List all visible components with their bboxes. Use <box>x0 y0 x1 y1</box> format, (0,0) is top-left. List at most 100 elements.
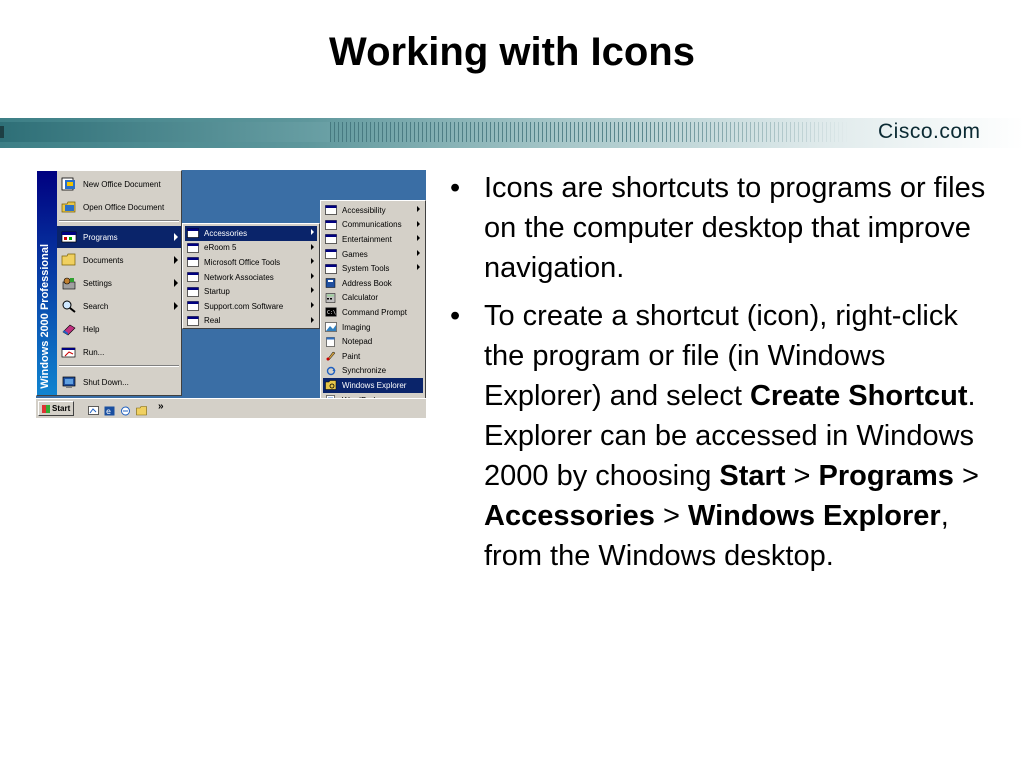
menu-item-label: Documents <box>83 255 124 265</box>
program-group-icon <box>187 272 199 282</box>
path-separator: > <box>654 500 688 532</box>
menu-item-run[interactable]: Run... <box>57 341 181 363</box>
menu-item-label: Help <box>83 324 100 334</box>
quick-launch-desktop-icon[interactable] <box>88 403 99 415</box>
programs-item-network-associates[interactable]: Network Associates <box>185 270 317 285</box>
accessories-item-imaging[interactable]: Imaging <box>323 320 423 335</box>
taskbar: Start e » <box>36 398 426 418</box>
programs-item-startup[interactable]: Startup <box>185 284 317 299</box>
submenu-item-label: eRoom 5 <box>204 243 237 253</box>
accessories-item-accessibility[interactable]: Accessibility <box>323 203 423 218</box>
settings-icon <box>61 276 77 290</box>
programs-submenu: Accessories eRoom 5 Microsoft Office Too… <box>182 223 320 329</box>
accessories-item-synchronize[interactable]: Synchronize <box>323 364 423 379</box>
accessories-item-paint[interactable]: Paint <box>323 349 423 364</box>
submenu-arrow-icon <box>311 272 314 279</box>
submenu-item-label: Entertainment <box>342 234 392 244</box>
menu-item-programs[interactable]: Programs <box>57 226 181 248</box>
submenu-arrow-icon <box>311 229 314 235</box>
cisco-banner: Cisco.com <box>0 118 1024 148</box>
programs-item-real[interactable]: Real <box>185 314 317 329</box>
programs-item-microsoft-office-tools[interactable]: Microsoft Office Tools <box>185 255 317 270</box>
documents-icon <box>61 253 77 267</box>
bullet-dot: • <box>450 172 461 204</box>
accessories-submenu: Accessibility Communications Entertainme… <box>320 200 426 412</box>
quick-launch-ie-icon[interactable]: e <box>104 403 115 416</box>
programs-icon <box>61 230 77 244</box>
accessories-item-entertainment[interactable]: Entertainment <box>323 232 423 247</box>
program-group-icon <box>325 263 337 274</box>
submenu-arrow-icon <box>417 235 420 242</box>
program-group-icon <box>325 205 337 216</box>
accessories-item-windows-explorer[interactable]: Windows Explorer <box>323 378 423 393</box>
submenu-item-label: Notepad <box>342 337 373 347</box>
submenu-arrow-icon <box>311 287 314 294</box>
accessories-item-system-tools[interactable]: System Tools <box>323 261 423 276</box>
accessories-item-calculator[interactable]: Calculator <box>323 291 423 306</box>
submenu-arrow-icon <box>174 233 178 241</box>
submenu-arrow-icon <box>174 279 178 287</box>
windows-explorer-icon <box>325 380 337 391</box>
quick-launch-chevron[interactable]: » <box>158 401 164 412</box>
submenu-item-label: Windows Explorer <box>342 380 407 390</box>
windows-logo-icon <box>42 404 50 413</box>
accessories-item-address-book[interactable]: Address Book <box>323 276 423 291</box>
path-separator: > <box>953 460 979 492</box>
menu-item-help[interactable]: Help <box>57 318 181 340</box>
submenu-arrow-icon <box>174 256 178 264</box>
quick-launch-outlook-icon[interactable] <box>120 403 131 416</box>
accessories-item-notepad[interactable]: Notepad <box>323 334 423 349</box>
bullet-text: Icons are shortcuts to programs or files… <box>484 172 986 284</box>
submenu-item-label: Support.com Software <box>204 301 284 311</box>
program-group-icon <box>187 286 199 297</box>
search-icon <box>61 299 77 313</box>
program-group-icon <box>187 301 199 312</box>
paint-icon <box>325 351 337 361</box>
menu-item-label: Settings <box>83 278 112 288</box>
cisco-brand: Cisco.com <box>878 120 981 143</box>
svg-text:e: e <box>106 407 111 416</box>
start-menu-banner: Windows 2000 Professional <box>37 171 57 395</box>
menu-item-shut-down[interactable]: Shut Down... <box>57 371 181 393</box>
menu-item-settings[interactable]: Settings <box>57 272 181 294</box>
accessories-item-communications[interactable]: Communications <box>323 218 423 233</box>
submenu-item-label: Paint <box>342 351 361 361</box>
calculator-icon <box>325 293 337 303</box>
help-icon <box>61 322 77 336</box>
submenu-arrow-icon <box>417 249 420 256</box>
menu-item-open-office-document[interactable]: Open Office Document <box>57 196 181 218</box>
svg-text:C:\: C:\ <box>327 310 336 316</box>
programs-item-support-com-software[interactable]: Support.com Software <box>185 299 317 314</box>
accessories-item-command-prompt[interactable]: C:\ Command Prompt <box>323 305 423 320</box>
shutdown-icon <box>61 375 77 389</box>
bullet-list: • Icons are shortcuts to programs or fil… <box>446 168 986 584</box>
submenu-arrow-icon <box>311 243 314 250</box>
start-menu: Windows 2000 Professional New Office Doc… <box>36 170 182 396</box>
menu-item-documents[interactable]: Documents <box>57 249 181 271</box>
submenu-item-label: Accessories <box>204 228 248 238</box>
submenu-arrow-icon <box>311 316 314 323</box>
submenu-item-label: Network Associates <box>204 272 274 282</box>
menu-item-label: Run... <box>83 347 105 357</box>
menu-item-label: Search <box>83 301 109 311</box>
bullet-item: • To create a shortcut (icon), right-cli… <box>446 296 986 576</box>
submenu-item-label: Games <box>342 249 368 259</box>
bullet-dot: • <box>450 300 461 332</box>
submenu-item-label: Communications <box>342 220 402 230</box>
programs-item-eroom[interactable]: eRoom 5 <box>185 241 317 256</box>
bold-term: Windows Explorer <box>687 500 941 532</box>
submenu-item-label: Command Prompt <box>342 307 407 317</box>
slide-title: Working with Icons <box>329 30 695 74</box>
menu-item-new-office-document[interactable]: New Office Document <box>57 173 181 195</box>
command-prompt-icon: C:\ <box>325 307 337 318</box>
bold-term: Accessories <box>484 500 655 532</box>
submenu-item-label: Startup <box>204 287 230 297</box>
accessories-item-games[interactable]: Games <box>323 247 423 262</box>
banner-left-mark <box>0 126 4 138</box>
quick-launch-folder-icon[interactable] <box>136 403 147 416</box>
synchronize-icon <box>325 366 337 376</box>
programs-item-accessories[interactable]: Accessories <box>185 226 317 241</box>
menu-separator <box>59 220 179 222</box>
start-button[interactable]: Start <box>38 401 74 416</box>
menu-item-search[interactable]: Search <box>57 295 181 317</box>
